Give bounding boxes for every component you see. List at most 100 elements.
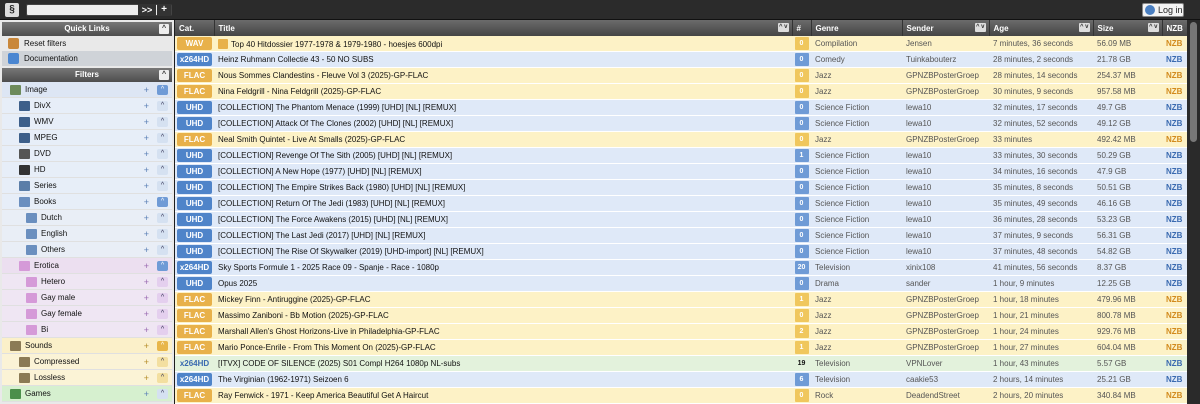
filter-item[interactable]: Others + ^	[2, 242, 172, 258]
sender-cell[interactable]: lewa10	[902, 179, 989, 197]
spot-title[interactable]: [COLLECTION] The Empire Strikes Back (19…	[218, 183, 465, 192]
table-row[interactable]: x264HD [ITVX] CODE OF SILENCE (2025) S01 …	[175, 355, 1187, 373]
scrollbar[interactable]	[1187, 20, 1200, 404]
table-row[interactable]: UHD [COLLECTION] The Phantom Menace (1999…	[175, 99, 1187, 117]
spot-title[interactable]: [COLLECTION] A New Hope (1977) [UHD] [NL…	[218, 167, 422, 176]
title-cell[interactable]: Nous Sommes Clandestins - Fleuve Vol 3 (…	[214, 67, 792, 85]
sender-cell[interactable]: GPNZBPosterGroep	[902, 83, 989, 101]
expand-filter-icon[interactable]: ^	[157, 389, 168, 399]
nzb-link[interactable]: NZB	[1162, 83, 1187, 101]
expand-filter-icon[interactable]: ^	[157, 341, 168, 351]
add-filter-icon[interactable]: +	[144, 258, 149, 274]
table-row[interactable]: FLAC Marshall Allen's Ghost Horizons-Live…	[175, 323, 1187, 341]
category-badge[interactable]: UHD	[177, 213, 212, 227]
advanced-search-button[interactable]: +	[157, 4, 171, 16]
expand-filter-icon[interactable]: ^	[157, 85, 168, 95]
spot-title[interactable]: The Virginian (1962-1971) Seizoen 6	[218, 375, 349, 384]
category-badge[interactable]: x264HD	[177, 373, 212, 387]
table-row[interactable]: UHD Opus 2025 0 Drama sander 1 hour, 9 minute…	[175, 275, 1187, 293]
sort-size-icon[interactable]: ^ v	[1147, 23, 1159, 32]
category-badge[interactable]: WAV	[177, 37, 212, 51]
title-cell[interactable]: The Virginian (1962-1971) Seizoen 6	[214, 371, 792, 389]
table-row[interactable]: FLAC Mickey Finn - Antiruggine (2025)-GP-…	[175, 291, 1187, 309]
table-row[interactable]: FLAC Nous Sommes Clandestins - Fleuve Vol…	[175, 67, 1187, 85]
sender-cell[interactable]: lewa10	[902, 99, 989, 117]
quick-link-item[interactable]: Documentation	[2, 51, 172, 66]
add-filter-icon[interactable]: +	[144, 338, 149, 354]
add-filter-icon[interactable]: +	[144, 322, 149, 338]
title-cell[interactable]: Top 40 Hitdossier 1977-1978 & 1979-1980 …	[214, 36, 792, 53]
expand-filter-icon[interactable]: ^	[157, 165, 168, 175]
table-row[interactable]: UHD [COLLECTION] Attack Of The Clones (20…	[175, 115, 1187, 133]
sort-title-icon[interactable]: ^ v	[777, 23, 789, 32]
col-age[interactable]: Age ^ v	[989, 20, 1094, 36]
nzb-link[interactable]: NZB	[1162, 163, 1187, 181]
table-row[interactable]: FLAC Massimo Zaniboni - Bb Motion (2025)-…	[175, 307, 1187, 325]
table-row[interactable]: UHD [COLLECTION] Revenge Of The Sith (200…	[175, 147, 1187, 165]
filter-item[interactable]: Bi + ^	[2, 322, 172, 338]
expand-filter-icon[interactable]: ^	[157, 149, 168, 159]
sender-cell[interactable]: lewa10	[902, 195, 989, 213]
expand-filter-icon[interactable]: ^	[157, 325, 168, 335]
col-size[interactable]: Size ^ v	[1093, 20, 1163, 36]
table-row[interactable]: x264HD Sky Sports Formule 1 - 2025 Race 0…	[175, 259, 1187, 277]
spot-title[interactable]: Mario Ponce-Enrile - From This Moment On…	[218, 343, 436, 352]
spot-title[interactable]: Sky Sports Formule 1 - 2025 Race 09 - Sp…	[218, 263, 439, 272]
spot-title[interactable]: [COLLECTION] Attack Of The Clones (2002)…	[218, 119, 453, 128]
nzb-link[interactable]: NZB	[1162, 179, 1187, 197]
title-cell[interactable]: Heinz Ruhmann Collectie 43 - 50 NO SUBS	[214, 51, 792, 69]
category-badge[interactable]: UHD	[177, 181, 212, 195]
spot-title[interactable]: Massimo Zaniboni - Bb Motion (2025)-GP-F…	[218, 311, 389, 320]
filter-item[interactable]: Sounds + ^	[2, 338, 172, 354]
add-filter-icon[interactable]: +	[144, 290, 149, 306]
expand-filter-icon[interactable]: ^	[157, 117, 168, 127]
table-row[interactable]: x264HD The Virginian (1962-1971) Seizoen …	[175, 371, 1187, 389]
spot-title[interactable]: Nous Sommes Clandestins - Fleuve Vol 3 (…	[218, 71, 428, 80]
filter-item[interactable]: MPEG + ^	[2, 130, 172, 146]
search-button[interactable]: >>	[138, 4, 156, 16]
category-badge[interactable]: UHD	[177, 165, 212, 179]
sender-cell[interactable]: sander	[902, 275, 989, 293]
nzb-link[interactable]: NZB	[1162, 339, 1187, 357]
nzb-link[interactable]: NZB	[1162, 147, 1187, 165]
nzb-link[interactable]: NZB	[1162, 275, 1187, 293]
add-filter-icon[interactable]: +	[144, 210, 149, 226]
category-badge[interactable]: FLAC	[177, 309, 212, 323]
col-genre[interactable]: Genre	[811, 20, 903, 36]
table-row[interactable]: UHD [COLLECTION] The Rise Of Skywalker (2…	[175, 243, 1187, 261]
sender-cell[interactable]: VPNLover	[902, 355, 989, 373]
sender-cell[interactable]: lewa10	[902, 243, 989, 261]
filter-item[interactable]: Books + ^	[2, 194, 172, 210]
title-cell[interactable]: Mickey Finn - Antiruggine (2025)-GP-FLAC	[214, 291, 792, 309]
sender-cell[interactable]: GPNZBPosterGroep	[902, 67, 989, 85]
collapse-quick-links-icon[interactable]: ^	[159, 24, 169, 34]
category-badge[interactable]: FLAC	[177, 325, 212, 339]
sender-cell[interactable]: GPNZBPosterGroep	[902, 323, 989, 341]
category-badge[interactable]: UHD	[177, 101, 212, 115]
filter-item[interactable]: Games + ^	[2, 386, 172, 402]
add-filter-icon[interactable]: +	[144, 306, 149, 322]
spot-title[interactable]: [COLLECTION] The Force Awakens (2015) [U…	[218, 215, 448, 224]
expand-filter-icon[interactable]: ^	[157, 245, 168, 255]
category-badge[interactable]: FLAC	[177, 85, 212, 99]
col-count[interactable]: #	[792, 20, 812, 36]
expand-filter-icon[interactable]: ^	[157, 357, 168, 367]
add-filter-icon[interactable]: +	[144, 82, 149, 98]
add-filter-icon[interactable]: +	[144, 386, 149, 402]
filter-item[interactable]: Series + ^	[2, 178, 172, 194]
title-cell[interactable]: [COLLECTION] The Empire Strikes Back (19…	[214, 179, 792, 197]
sort-age-icon[interactable]: ^ v	[1078, 23, 1090, 32]
nzb-link[interactable]: NZB	[1162, 355, 1187, 373]
spot-title[interactable]: Mickey Finn - Antiruggine (2025)-GP-FLAC	[218, 295, 371, 304]
filter-item[interactable]: Hetero + ^	[2, 274, 172, 290]
title-cell[interactable]: [COLLECTION] The Phantom Menace (1999) […	[214, 99, 792, 117]
expand-filter-icon[interactable]: ^	[157, 277, 168, 287]
title-cell[interactable]: [ITVX] CODE OF SILENCE (2025) S01 Compl …	[214, 355, 792, 373]
expand-filter-icon[interactable]: ^	[157, 261, 168, 271]
category-badge[interactable]: UHD	[177, 245, 212, 259]
category-badge[interactable]: x264HD	[177, 357, 212, 371]
nzb-link[interactable]: NZB	[1162, 291, 1187, 309]
spot-title[interactable]: [COLLECTION] The Last Jedi (2017) [UHD] …	[218, 231, 425, 240]
spot-title[interactable]: Ray Fenwick - 1971 - Keep America Beauti…	[218, 391, 428, 400]
nzb-link[interactable]: NZB	[1162, 211, 1187, 229]
